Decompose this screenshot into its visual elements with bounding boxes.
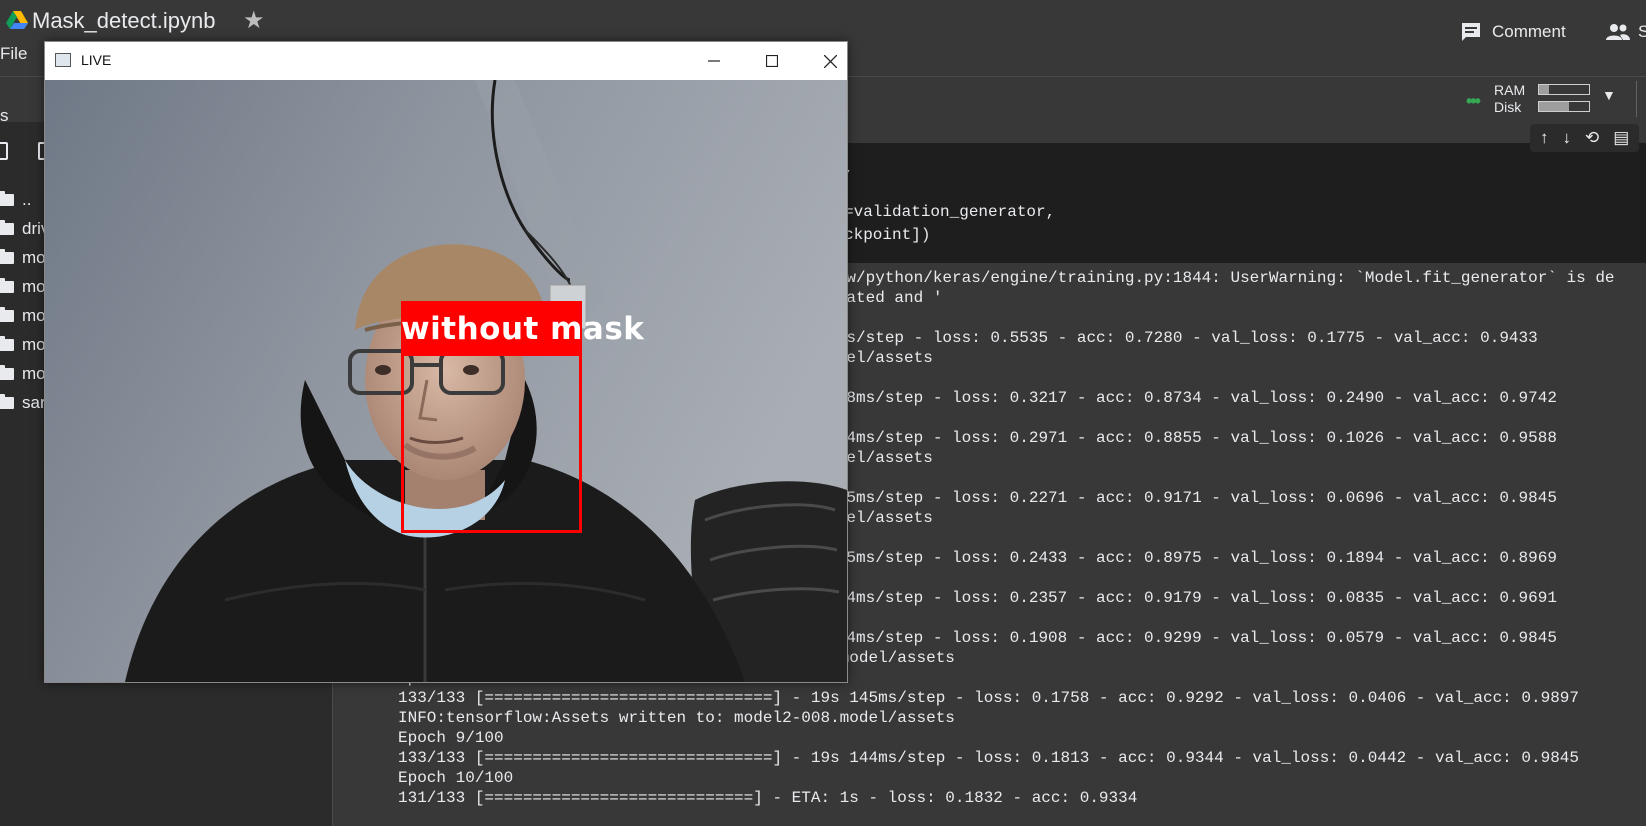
- notebook-title[interactable]: Mask_detect.ipynb: [32, 8, 215, 34]
- file-item[interactable]: mo: [0, 244, 46, 272]
- folder-icon: [0, 336, 14, 351]
- close-icon: [823, 54, 837, 68]
- window-title: LIVE: [81, 52, 112, 68]
- face-bounding-box: [401, 353, 582, 533]
- folder-icon: [0, 307, 14, 322]
- menu-file[interactable]: File: [0, 44, 27, 64]
- output-line: Epoch 9/100: [398, 729, 504, 747]
- file-item[interactable]: sar: [0, 389, 46, 417]
- share-label: S: [1638, 22, 1646, 41]
- file-item-label: ..: [22, 190, 32, 209]
- move-down-icon[interactable]: ↓: [1563, 128, 1572, 148]
- google-drive-icon: [6, 11, 28, 29]
- output-line: s 144ms/step - loss: 0.2357 - acc: 0.917…: [808, 589, 1557, 607]
- file-item[interactable]: mo: [0, 273, 46, 301]
- live-video-window[interactable]: LIVE without mask: [44, 41, 848, 683]
- maximize-icon: [766, 55, 778, 67]
- file-item[interactable]: mo: [0, 302, 46, 330]
- minimize-button[interactable]: [685, 42, 743, 80]
- output-line: s 144ms/step - loss: 0.2971 - acc: 0.885…: [808, 429, 1557, 447]
- sidebar-title: s: [0, 106, 9, 125]
- output-line: INFO:tensorflow:Assets written to: model…: [398, 709, 955, 727]
- file-item-label: mo: [22, 248, 46, 267]
- comment-icon: [1462, 23, 1480, 41]
- app-window-icon: [55, 53, 71, 67]
- file-item-label: mo: [22, 306, 46, 325]
- disk-meter-fill: [1539, 102, 1569, 111]
- ram-meter[interactable]: [1538, 84, 1590, 95]
- output-line: Epoch 10/100: [398, 769, 514, 787]
- ram-label: RAM: [1494, 82, 1526, 98]
- file-item-label: mo: [22, 335, 46, 354]
- output-line: 133/133 [==============================]…: [398, 689, 1579, 707]
- disk-meter[interactable]: [1538, 101, 1590, 112]
- folder-icon: [0, 278, 14, 293]
- cell-toolbar: ↑ ↓ ⟲ ▤: [1530, 124, 1640, 152]
- output-line: s 145ms/step - loss: 0.2433 - acc: 0.897…: [808, 549, 1557, 567]
- comment-label: Comment: [1492, 22, 1566, 41]
- file-item-label: sar: [22, 393, 46, 412]
- chevron-down-icon[interactable]: ▼: [1602, 87, 1616, 103]
- output-line: 133/133 [==============================]…: [398, 749, 1579, 767]
- minimize-icon: [708, 60, 720, 62]
- window-titlebar[interactable]: LIVE: [45, 42, 847, 80]
- toolbar-divider: [1636, 81, 1637, 117]
- people-icon: [1606, 24, 1630, 40]
- file-item-label: mo: [22, 277, 46, 296]
- file-item-parent[interactable]: ..: [0, 186, 31, 214]
- file-item[interactable]: driv: [0, 215, 49, 243]
- output-line: s 145ms/step - loss: 0.2271 - acc: 0.917…: [808, 489, 1557, 507]
- folder-icon: [0, 365, 14, 380]
- upload-file-icon[interactable]: [0, 142, 8, 160]
- code-line: =validation_generator,: [844, 203, 1056, 221]
- maximize-button[interactable]: [743, 42, 801, 80]
- output-line: 131/133 [============================] -…: [398, 789, 1138, 807]
- folder-icon: [0, 394, 14, 409]
- link-icon[interactable]: ⟲: [1585, 128, 1599, 148]
- output-line: 7s 6s/step - loss: 0.5535 - acc: 0.7280 …: [808, 329, 1538, 347]
- file-item[interactable]: mo: [0, 331, 46, 359]
- disk-label: Disk: [1494, 99, 1522, 115]
- detection-label: without mask: [401, 311, 645, 347]
- connection-status-icon[interactable]: •••: [1466, 91, 1481, 112]
- webcam-frame: without mask: [45, 80, 847, 682]
- output-line: s 148ms/step - loss: 0.3217 - acc: 0.873…: [808, 389, 1557, 407]
- share-button[interactable]: S: [1606, 22, 1646, 42]
- comment-cell-icon[interactable]: ▤: [1613, 128, 1629, 148]
- folder-up-icon: [0, 191, 14, 206]
- output-line: rflow/python/keras/engine/training.py:18…: [808, 269, 1615, 287]
- output-line: s 144ms/step - loss: 0.1908 - acc: 0.929…: [808, 629, 1557, 647]
- folder-icon: [0, 220, 14, 235]
- ram-meter-fill: [1539, 85, 1549, 94]
- code-line: ckpoint]): [844, 226, 931, 244]
- close-button[interactable]: [801, 42, 859, 80]
- folder-icon: [0, 249, 14, 264]
- file-item-label: mo: [22, 364, 46, 383]
- comment-button[interactable]: Comment: [1460, 22, 1566, 42]
- star-icon[interactable]: ★: [243, 6, 265, 35]
- move-up-icon[interactable]: ↑: [1540, 128, 1549, 148]
- file-item[interactable]: mo: [0, 360, 46, 388]
